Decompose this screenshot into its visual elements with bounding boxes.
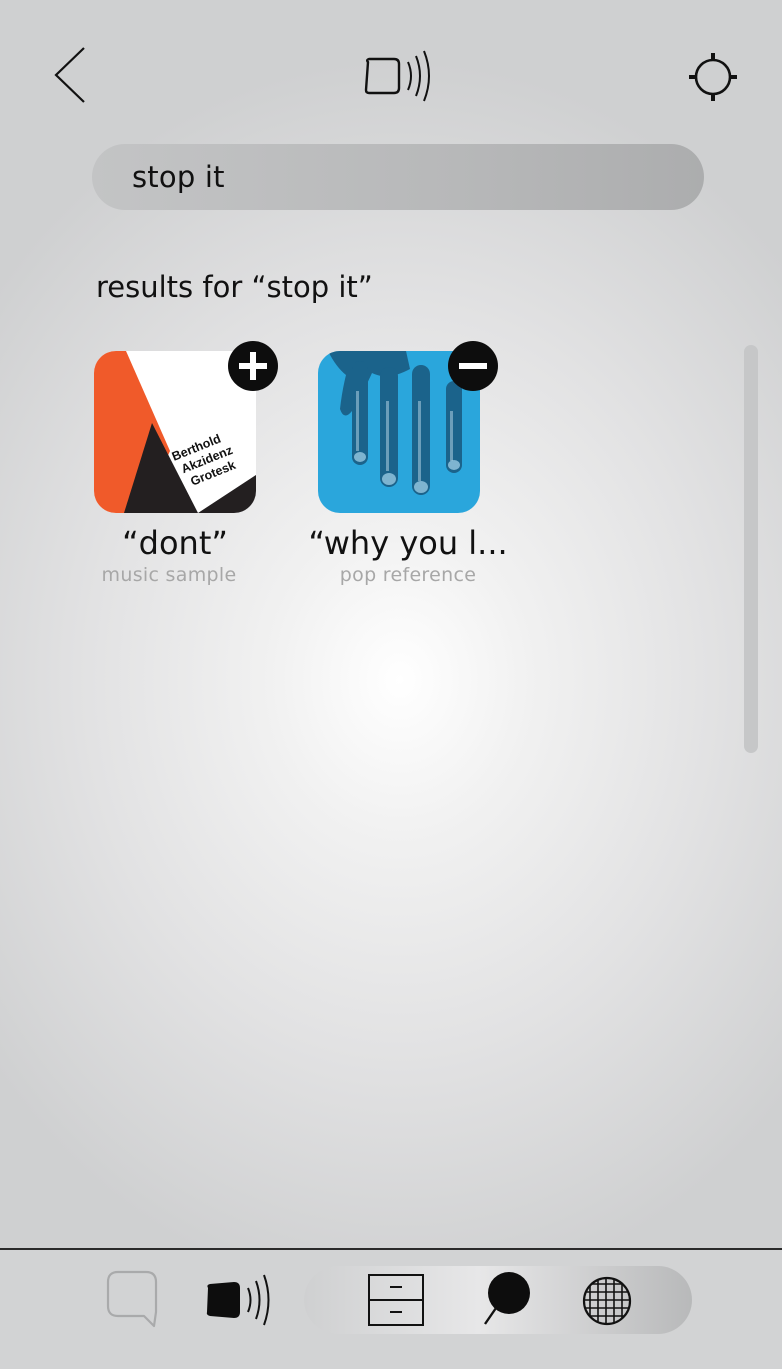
search-query-text: stop it	[132, 160, 225, 194]
result-title[interactable]: “why you l...	[308, 524, 508, 562]
gear-icon	[689, 53, 737, 101]
nav-archive-button[interactable]	[366, 1272, 426, 1328]
result-subtitle: music sample	[101, 564, 237, 586]
chevron-left-icon	[54, 47, 85, 103]
nav-chat-button[interactable]	[104, 1268, 160, 1330]
result-subtitle: pop reference	[339, 564, 477, 586]
remove-button[interactable]	[448, 341, 498, 391]
archive-drawer-icon	[368, 1274, 424, 1326]
speaker-sound-icon	[360, 48, 440, 104]
nav-search-button[interactable]	[480, 1270, 534, 1328]
add-button[interactable]	[228, 341, 278, 391]
globe-grid-icon	[582, 1276, 632, 1326]
nav-globe-button[interactable]	[580, 1274, 634, 1328]
chat-bubble-icon	[106, 1270, 158, 1328]
nav-sound-button[interactable]	[204, 1270, 276, 1330]
result-title[interactable]: “dont”	[94, 524, 256, 562]
back-button[interactable]	[48, 44, 92, 106]
search-magnifier-icon	[484, 1272, 530, 1325]
plus-circle-icon	[239, 352, 267, 380]
minus-circle-icon	[459, 363, 487, 369]
results-heading: results for “stop it”	[96, 270, 373, 304]
speaker-sound-icon	[206, 1274, 270, 1326]
scrollbar[interactable]	[744, 345, 758, 753]
settings-button[interactable]	[686, 50, 740, 104]
search-input[interactable]: stop it	[92, 144, 704, 210]
